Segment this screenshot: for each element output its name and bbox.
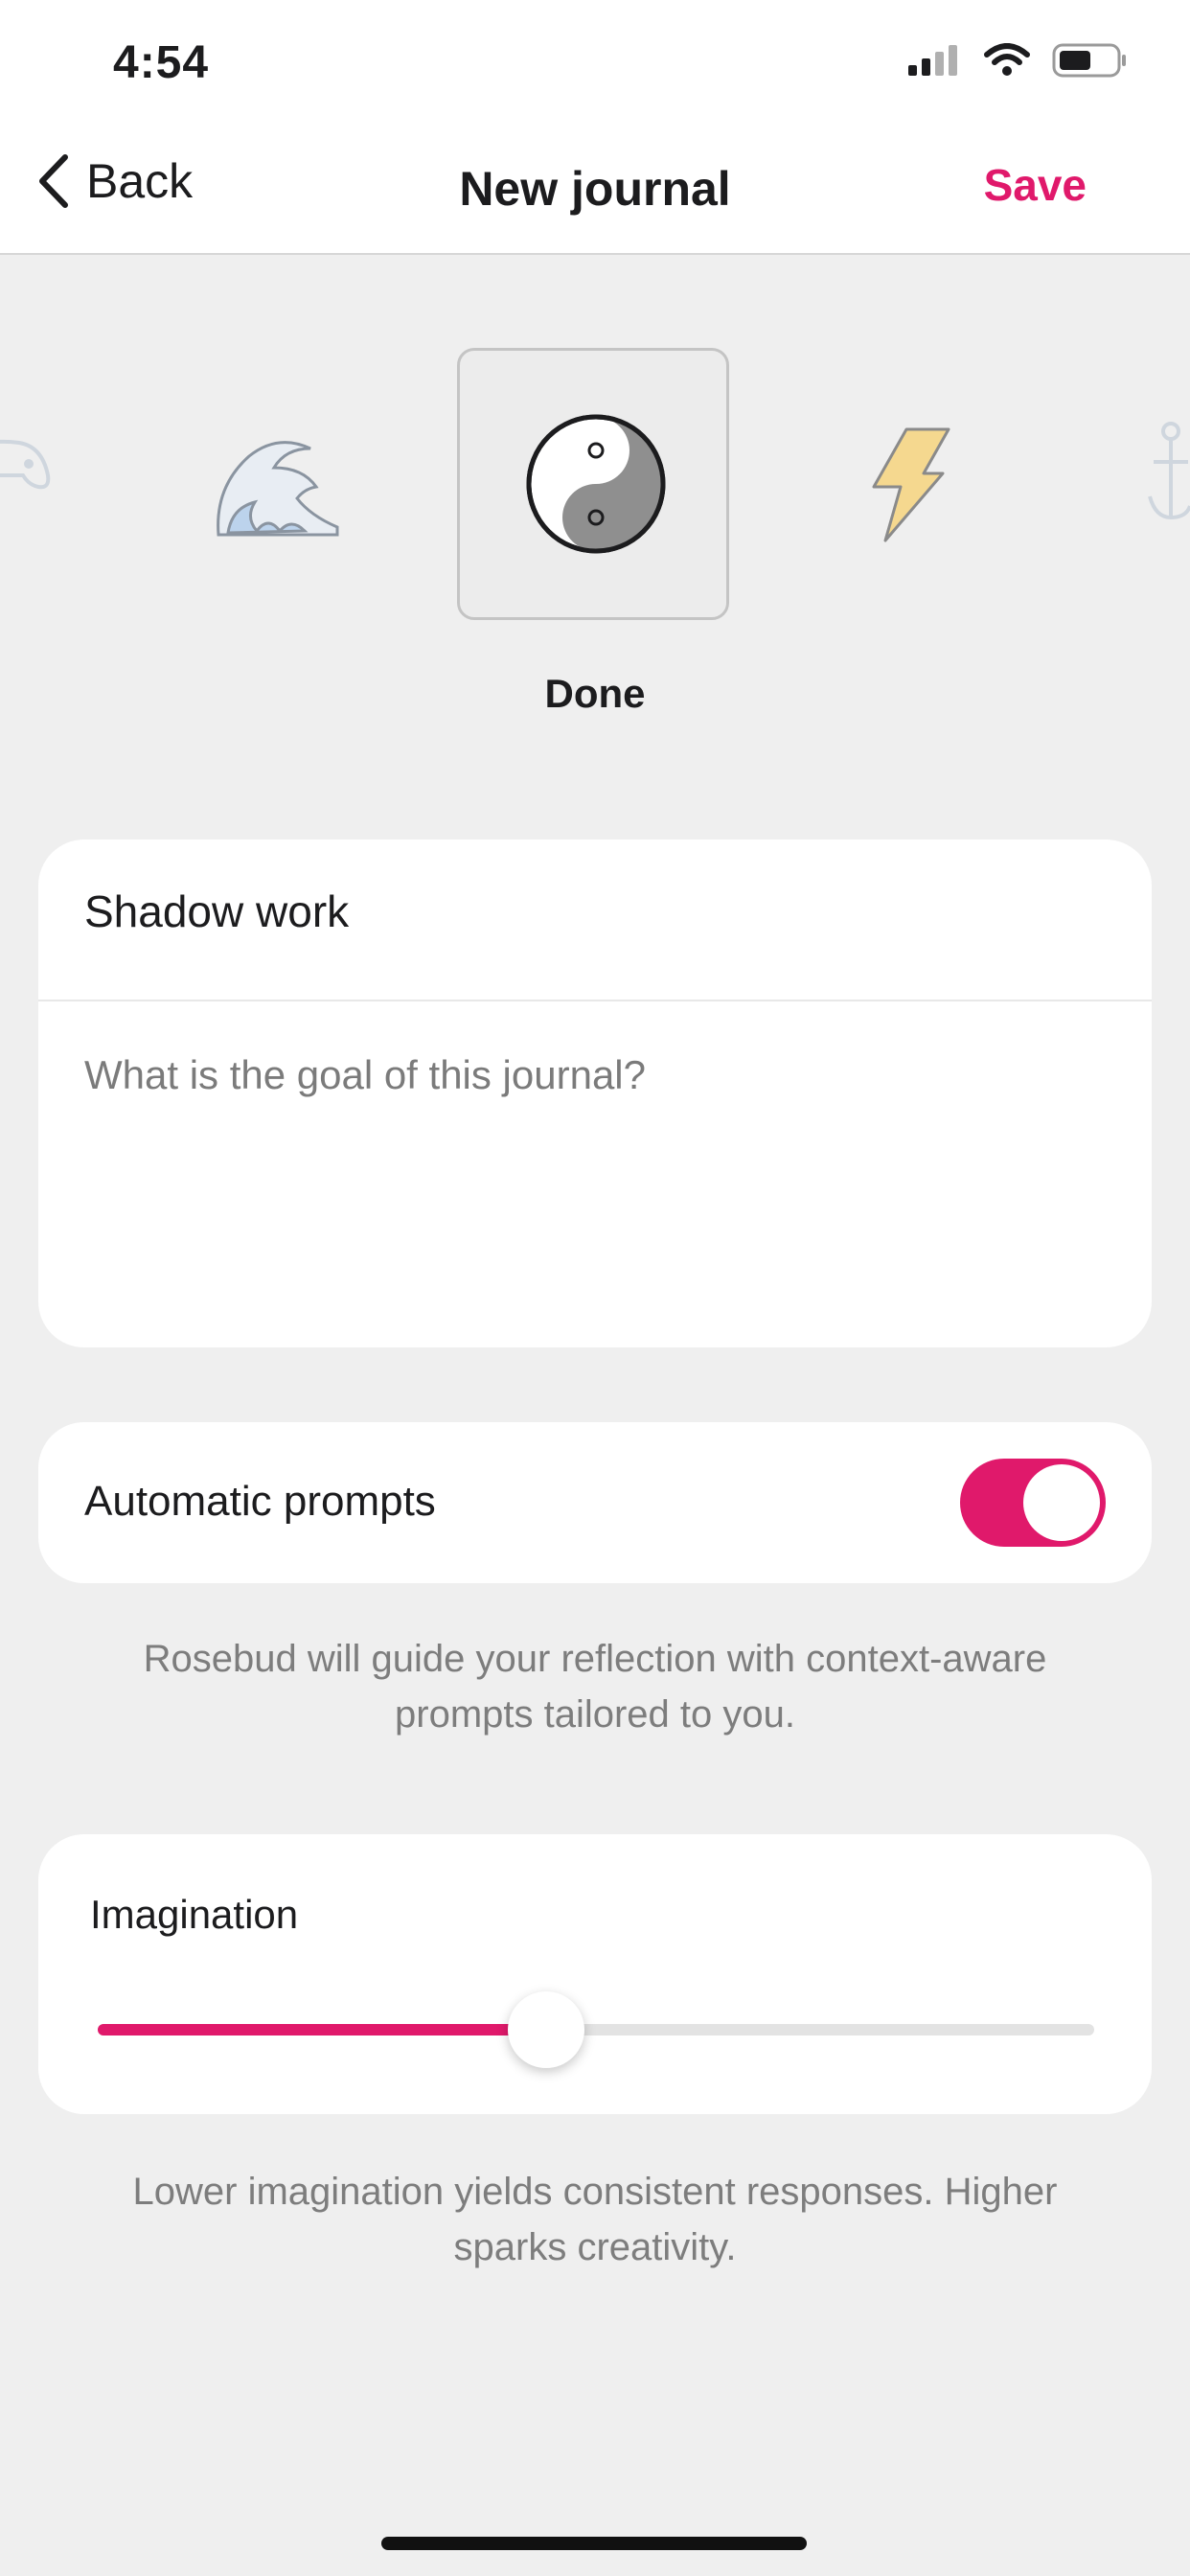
anchor-icon[interactable] (1146, 420, 1190, 525)
imagination-slider[interactable] (98, 1991, 1094, 2068)
icon-picker-done-label[interactable]: Done (0, 671, 1190, 717)
imagination-label: Imagination (90, 1892, 299, 1937)
imagination-card: Imagination (38, 1834, 1152, 2114)
lightning-icon[interactable] (868, 426, 950, 542)
journal-goal-field[interactable]: What is the goal of this journal? (84, 1052, 646, 1098)
home-indicator (381, 2537, 807, 2550)
divider (38, 1000, 1152, 1001)
status-icons (906, 42, 1129, 79)
battery-icon (1052, 43, 1126, 78)
automatic-prompts-card: Automatic prompts (38, 1422, 1152, 1583)
save-button[interactable]: Save (984, 159, 1087, 211)
slider-fill (98, 2024, 546, 2036)
signal-icon (908, 45, 957, 76)
imagination-help: Lower imagination yields consistent resp… (132, 2171, 1058, 2268)
gamepad-icon[interactable] (0, 429, 54, 506)
status-time: 4:54 (113, 37, 210, 88)
selected-icon-tile[interactable] (457, 348, 729, 620)
yin-yang-icon (526, 414, 666, 554)
toggle-knob (1023, 1464, 1100, 1541)
wifi-icon (984, 43, 1030, 76)
automatic-prompts-toggle[interactable] (960, 1459, 1106, 1547)
wave-icon[interactable] (211, 429, 339, 537)
journal-details-card: Shadow work What is the goal of this jou… (38, 840, 1152, 1347)
automatic-prompts-help: Rosebud will guide your reflection with … (143, 1638, 1047, 1736)
journal-name-field[interactable]: Shadow work (84, 886, 349, 937)
slider-thumb[interactable] (508, 1991, 584, 2068)
automatic-prompts-label: Automatic prompts (84, 1478, 436, 1525)
top-bar: 4:54 Back New journal Save (0, 0, 1190, 255)
